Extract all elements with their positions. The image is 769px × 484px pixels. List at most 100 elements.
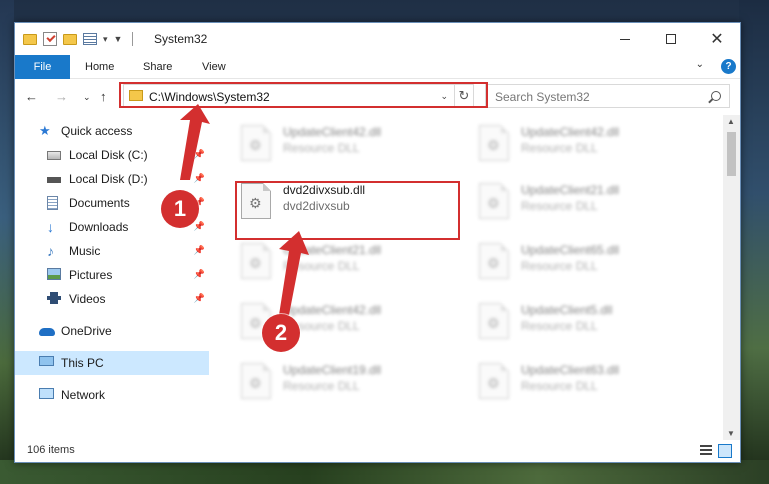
sidebar-item-label: Downloads — [69, 220, 129, 234]
sidebar-item-label: This PC — [61, 356, 104, 370]
quick-access-star-icon: ★ — [39, 123, 51, 138]
pin-icon[interactable]: 📌 — [194, 269, 205, 280]
search-icon[interactable] — [711, 91, 721, 101]
navigation-pane: ★ Quick access Local Disk (C:) 📌 Local D… — [15, 115, 209, 440]
file-type: Resource DLL — [521, 379, 598, 393]
file-type: Resource DLL — [521, 319, 598, 333]
sidebar-item-this-pc[interactable]: This PC — [15, 351, 209, 375]
dll-file-icon — [241, 183, 271, 219]
folder-icon[interactable] — [23, 33, 37, 45]
maximize-icon — [666, 34, 676, 44]
large-icons-view-icon[interactable] — [718, 444, 732, 458]
properties-check-icon[interactable] — [43, 32, 57, 46]
file-name: UpdateClient63.dll — [521, 363, 620, 377]
local-disk-icon — [47, 151, 61, 160]
sidebar-item-local-disk-c[interactable]: Local Disk (C:) 📌 — [15, 143, 209, 167]
pin-icon[interactable]: 📌 — [194, 149, 205, 160]
title-bar: ▾ ▼ System32 ✕ — [15, 23, 740, 55]
local-disk-icon — [47, 177, 61, 183]
status-bar: 106 items — [15, 440, 740, 462]
file-tile[interactable]: UpdateClient42.dll Resource DLL — [473, 121, 703, 165]
scrollbar-thumb[interactable] — [727, 132, 736, 176]
tab-home[interactable]: Home — [85, 55, 114, 79]
vertical-scrollbar[interactable]: ▲ ▼ — [723, 115, 740, 440]
sidebar-item-local-disk-d[interactable]: Local Disk (D:) 📌 — [15, 167, 209, 191]
file-tile-dvd2divxsub[interactable]: dvd2divxsub.dll dvd2divxsub — [235, 179, 465, 223]
sidebar-item-network[interactable]: Network — [15, 383, 209, 407]
pin-icon[interactable]: 📌 — [194, 173, 205, 184]
address-path[interactable]: C:\Windows\System32 — [149, 90, 270, 104]
tab-share[interactable]: Share — [143, 55, 172, 79]
file-name: UpdateClient19.dll — [283, 363, 382, 377]
title-separator — [132, 32, 134, 46]
file-name: UpdateClient42.dll — [283, 303, 382, 317]
sidebar-item-pictures[interactable]: Pictures 📌 — [15, 263, 209, 287]
file-name: dvd2divxsub.dll — [283, 183, 366, 197]
desktop-background-bottom — [0, 460, 769, 484]
file-list-pane: UpdateClient42.dll Resource DLL UpdateCl… — [225, 115, 722, 440]
downloads-icon: ↓ — [47, 219, 54, 235]
dll-file-icon — [241, 363, 271, 399]
search-placeholder: Search System32 — [495, 90, 590, 104]
sidebar-item-videos[interactable]: Videos 📌 — [15, 287, 209, 311]
sidebar-item-label: Network — [61, 388, 106, 402]
details-view-icon[interactable] — [700, 445, 712, 457]
toolbar-customize-arrow-icon[interactable]: ▼ — [114, 34, 123, 44]
dll-file-icon — [479, 243, 509, 279]
step-badge-2: 2 — [262, 314, 300, 352]
close-button[interactable]: ✕ — [694, 23, 740, 55]
dll-file-icon — [479, 125, 509, 161]
new-folder-icon[interactable] — [63, 33, 77, 45]
minimize-button[interactable] — [602, 23, 648, 55]
file-tile[interactable]: UpdateClient21.dll Resource DLL — [473, 179, 703, 223]
sidebar-item-quick-access[interactable]: ★ Quick access — [15, 119, 209, 143]
dll-file-icon — [479, 183, 509, 219]
navigation-bar: ← → ⌄ ↑ C:\Windows\System32 ⌄ ↻ Search S… — [15, 80, 740, 114]
refresh-icon[interactable]: ↻ — [455, 84, 474, 108]
file-name: UpdateClient5.dll — [521, 303, 613, 317]
up-arrow-icon[interactable]: ↑ — [100, 89, 107, 104]
maximize-button[interactable] — [648, 23, 694, 55]
folder-icon — [129, 90, 143, 101]
sidebar-item-label: Pictures — [69, 268, 113, 282]
sidebar-item-onedrive[interactable]: OneDrive — [15, 319, 209, 343]
file-tile[interactable]: UpdateClient5.dll Resource DLL — [473, 299, 703, 343]
pin-icon[interactable]: 📌 — [194, 221, 205, 232]
window-title: System32 — [154, 32, 208, 46]
recent-locations-icon[interactable]: ⌄ — [83, 92, 91, 103]
file-type: Resource DLL — [521, 199, 598, 213]
videos-icon — [47, 292, 61, 304]
customize-toolbar-icon[interactable] — [83, 33, 97, 45]
sidebar-item-label: Documents — [69, 196, 130, 210]
file-type: dvd2divxsub — [283, 199, 350, 213]
file-tile[interactable]: UpdateClient65.dll Resource DLL — [473, 239, 703, 283]
quick-access-toolbar: ▾ ▼ — [23, 31, 134, 47]
file-tile[interactable]: UpdateClient42.dll Resource DLL — [235, 121, 465, 165]
forward-arrow-icon[interactable]: → — [55, 89, 68, 104]
sidebar-item-label: Local Disk (C:) — [69, 148, 148, 162]
tab-view[interactable]: View — [202, 55, 226, 79]
toolbar-dropdown-icon[interactable]: ▾ — [103, 34, 108, 45]
sidebar-item-label: Videos — [69, 292, 106, 306]
search-input[interactable]: Search System32 — [485, 84, 730, 108]
file-name: UpdateClient65.dll — [521, 243, 620, 257]
pin-icon[interactable]: 📌 — [194, 245, 205, 256]
expand-ribbon-icon[interactable]: ⌄ — [696, 59, 704, 70]
file-type: Resource DLL — [283, 141, 360, 155]
back-arrow-icon[interactable]: ← — [25, 89, 38, 104]
file-name: UpdateClient42.dll — [521, 125, 620, 139]
help-icon[interactable]: ? — [721, 59, 736, 74]
pin-icon[interactable]: 📌 — [194, 293, 205, 304]
sidebar-item-label: Quick access — [61, 124, 133, 138]
file-tile[interactable]: UpdateClient63.dll Resource DLL — [473, 359, 703, 403]
dll-file-icon — [479, 303, 509, 339]
file-tile[interactable]: UpdateClient19.dll Resource DLL — [235, 359, 465, 403]
sidebar-item-music[interactable]: ♪ Music 📌 — [15, 239, 209, 263]
scroll-up-icon[interactable]: ▲ — [727, 117, 735, 126]
scroll-down-icon[interactable]: ▼ — [727, 429, 735, 438]
tab-file[interactable]: File — [15, 55, 70, 79]
file-tile[interactable]: UpdateClient21.dll Resource DLL — [235, 239, 465, 283]
address-bar[interactable]: C:\Windows\System32 ⌄ — [123, 84, 455, 108]
ribbon-tabs: File Home Share View ⌄ ? — [15, 55, 740, 79]
address-dropdown-icon[interactable]: ⌄ — [440, 91, 448, 102]
